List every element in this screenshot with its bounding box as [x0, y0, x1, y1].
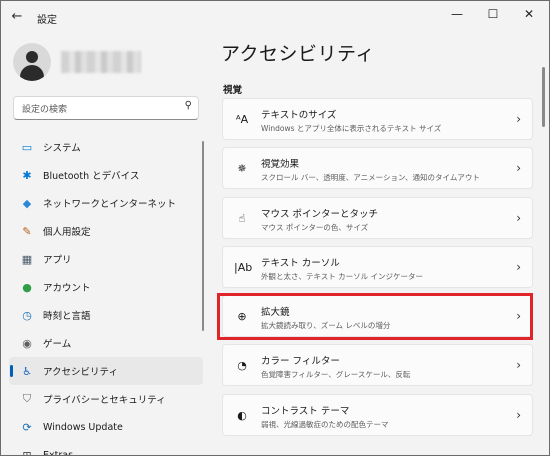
card-title: テキストのサイズ — [261, 110, 337, 121]
palette-icon: ◔ — [237, 359, 247, 373]
back-button[interactable]: ← — [7, 7, 27, 27]
highlight-box — [217, 293, 533, 340]
sidebar-item-label: ゲーム — [43, 339, 72, 350]
card-subtitle: Windows とアプリ全体に表示されるテキスト サイズ — [261, 124, 442, 133]
sidebar-item-label: アプリ — [43, 255, 72, 266]
avatar — [13, 43, 51, 81]
sidebar-scrollbar[interactable] — [202, 141, 204, 331]
sidebar-item-label: 個人用設定 — [43, 227, 91, 238]
text-cursor-icon: |Ab — [234, 260, 253, 274]
sidebar-item-11[interactable]: ⊞ Extras — [9, 441, 203, 456]
brush-icon: ✎ — [22, 224, 32, 238]
main-scrollbar[interactable] — [542, 67, 545, 127]
sidebar-item-label: システム — [43, 143, 81, 154]
app-title: 設定 — [37, 15, 57, 26]
sidebar-item-label: Bluetooth とデバイス — [43, 171, 140, 182]
sidebar-item-1[interactable]: ✱ Bluetooth とデバイス — [9, 161, 203, 189]
chevron-right-icon: › — [516, 210, 521, 225]
chevron-right-icon: › — [516, 112, 521, 126]
pointer-icon: ☝ — [238, 211, 246, 225]
sidebar-item-4[interactable]: ▦ アプリ — [9, 245, 203, 273]
maximize-button[interactable]: ☐ — [475, 3, 511, 27]
sidebar-item-label: プライバシーとセキュリティ — [43, 395, 166, 406]
sidebar-item-label: Windows Update — [43, 421, 123, 433]
settings-card-0[interactable]: ᴬA テキストのサイズ Windows とアプリ全体に表示されるテキスト サイズ › — [222, 98, 533, 140]
account-icon: ● — [22, 280, 32, 294]
card-title: 視覚効果 — [261, 159, 300, 171]
sidebar-item-label: アカウント — [43, 283, 91, 294]
settings-window: ← 設定 — ☐ ✕ ⚲ ▭ システム ✱ Bluetooth とデバイス ◆ ネットワー… — [0, 0, 550, 456]
sidebar-item-10[interactable]: ⟳ Windows Update — [9, 413, 203, 441]
sidebar-item-0[interactable]: ▭ システム — [9, 133, 203, 161]
wifi-icon: ◆ — [22, 196, 32, 210]
sidebar-item-5[interactable]: ● アカウント — [9, 273, 203, 301]
user-profile[interactable] — [13, 43, 193, 83]
card-subtitle: 色覚障害フィルター、グレースケール、反転 — [261, 370, 411, 380]
settings-card-3[interactable]: |Ab テキスト カーソル外観と太さ、テキスト カーソル インジケーター › — [222, 245, 533, 288]
settings-card-2[interactable]: ☝ マウス ポインターとタッチ マウス ポインターの色、サイズ › — [222, 196, 533, 239]
bluetooth-icon: ✱ — [22, 168, 32, 182]
settings-card-5[interactable]: ◔ カラー フィルター色覚障害フィルター、グレースケール、反転 › — [222, 344, 533, 387]
search-input[interactable] — [14, 99, 164, 121]
sidebar-item-2[interactable]: ◆ ネットワークとインターネット — [9, 189, 203, 217]
sidebar-item-9[interactable]: ⛉ プライバシーとセキュリティ — [9, 385, 203, 413]
sidebar-item-label: ネットワークとインターネット — [43, 199, 177, 210]
card-subtitle: 外観と太さ、テキスト カーソル インジケーター — [261, 271, 424, 281]
settings-card-1[interactable]: ✵ 視覚効果スクロール バー、透明度、アニメーション、通知のタイムアウト › — [222, 147, 533, 190]
chevron-right-icon: › — [516, 407, 521, 422]
apps-icon: ▦ — [21, 252, 33, 266]
card-subtitle: マウス ポインターの色、サイズ — [261, 222, 369, 232]
contrast-icon: ◐ — [237, 408, 247, 422]
card-title: コントラスト テーマ — [261, 405, 350, 417]
settings-card-6[interactable]: ◐ コントラスト テーマ弱視、光線過敏症のための配色テーマ › — [222, 393, 533, 436]
card-title: テキスト カーソル — [261, 257, 340, 269]
card-title: カラー フィルター — [261, 356, 340, 368]
chevron-right-icon: › — [516, 358, 521, 373]
accessibility-icon: ♿ — [22, 364, 32, 378]
extras-icon: ⊞ — [22, 448, 32, 456]
sidebar-item-6[interactable]: ◷ 時刻と言語 — [9, 301, 203, 329]
title-bar: ← 設定 — ☐ ✕ — [1, 1, 549, 33]
search-icon[interactable]: ⚲ — [185, 100, 192, 111]
card-title: マウス ポインターとタッチ — [261, 208, 379, 220]
update-icon: ⟳ — [22, 420, 32, 434]
sidebar-nav: ▭ システム ✱ Bluetooth とデバイス ◆ ネットワークとインターネット ✎ 個人用… — [9, 133, 203, 456]
sparkle-icon: ✵ — [237, 162, 247, 176]
card-subtitle: 弱視、光線過敏症のための配色テーマ — [261, 419, 389, 429]
profile-name-blurred — [61, 51, 141, 73]
close-button[interactable]: ✕ — [511, 3, 547, 27]
sidebar-item-8[interactable]: ♿ アクセシビリティ — [9, 357, 203, 385]
chevron-right-icon: › — [516, 259, 521, 274]
search-box[interactable]: ⚲ — [13, 96, 199, 121]
sidebar-item-label: Extras — [43, 449, 74, 456]
sidebar-item-7[interactable]: ◉ ゲーム — [9, 329, 203, 357]
sidebar-item-3[interactable]: ✎ 個人用設定 — [9, 217, 203, 245]
section-label: 視覚 — [223, 85, 243, 96]
text-size-icon: ᴬA — [235, 113, 249, 126]
monitor-icon: ▭ — [21, 140, 33, 154]
chevron-right-icon: › — [516, 161, 521, 176]
shield-icon: ⛉ — [22, 392, 32, 405]
sidebar-item-label: 時刻と言語 — [43, 311, 91, 322]
sidebar-item-label: アクセシビリティ — [43, 367, 118, 378]
settings-cards: ᴬA テキストのサイズ Windows とアプリ全体に表示されるテキスト サイズ › ✵… — [222, 98, 533, 443]
minimize-button[interactable]: — — [439, 3, 475, 27]
globe-clock-icon: ◷ — [22, 308, 32, 322]
card-subtitle: スクロール バー、透明度、アニメーション、通知のタイムアウト — [261, 173, 480, 183]
page-title: アクセシビリティ — [221, 43, 375, 65]
gamepad-icon: ◉ — [22, 336, 32, 350]
